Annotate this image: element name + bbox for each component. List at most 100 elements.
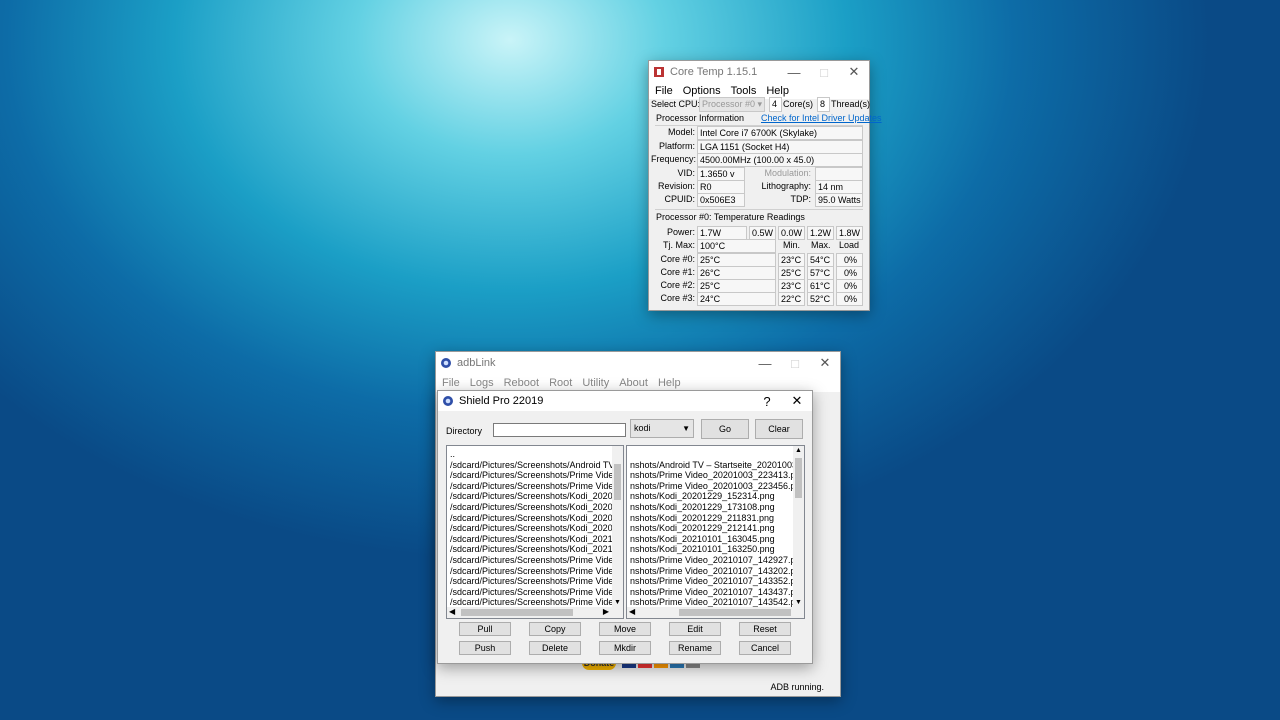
scroll-down-icon[interactable]: ▼ bbox=[795, 599, 802, 606]
list-item[interactable]: /sdcard/Pictures/Screenshots/Prime Video… bbox=[447, 566, 623, 577]
menu-tools[interactable]: Tools bbox=[731, 85, 757, 97]
menu-logs[interactable]: Logs bbox=[470, 377, 494, 389]
list-item[interactable]: nshots/Kodi_20201229_212141.png bbox=[627, 523, 804, 534]
list-item[interactable] bbox=[627, 449, 804, 460]
core0-load: 0% bbox=[836, 253, 863, 267]
tdp-value: 95.0 Watts bbox=[815, 193, 863, 207]
scroll-thumb[interactable] bbox=[679, 609, 791, 616]
device-file-list[interactable]: nshots/Android TV – Startseite_20201003_… bbox=[626, 445, 805, 619]
core3-temp: 24°C bbox=[697, 292, 776, 306]
coretemp-window: Core Temp 1.15.1 — □ ✕ File Options Tool… bbox=[648, 60, 882, 311]
scroll-thumb[interactable] bbox=[795, 458, 802, 498]
list-item[interactable]: nshots/Prime Video_20210107_143437.png bbox=[627, 587, 804, 598]
pull-button[interactable]: Pull bbox=[459, 622, 511, 636]
frequency-value: 4500.00MHz (100.00 x 45.0) bbox=[697, 153, 863, 167]
reset-button[interactable]: Reset bbox=[739, 622, 791, 636]
threads-label: Thread(s) bbox=[831, 99, 871, 109]
menu-file[interactable]: File bbox=[442, 377, 460, 389]
list-item[interactable]: /sdcard/Pictures/Screenshots/Kodi_202012… bbox=[447, 513, 623, 524]
local-file-list[interactable]: .. /sdcard/Pictures/Screenshots/Android … bbox=[446, 445, 624, 619]
menu-reboot[interactable]: Reboot bbox=[504, 377, 539, 389]
minimize-icon[interactable]: — bbox=[750, 352, 780, 374]
list-item[interactable]: nshots/Kodi_20201229_211831.png bbox=[627, 513, 804, 524]
list-item[interactable]: nshots/Kodi_20201229_173108.png bbox=[627, 502, 804, 513]
core2-load: 0% bbox=[836, 279, 863, 293]
cancel-button[interactable]: Cancel bbox=[739, 641, 791, 655]
move-button[interactable]: Move bbox=[599, 622, 651, 636]
list-item[interactable]: /sdcard/Pictures/Screenshots/Prime Video… bbox=[447, 587, 623, 598]
list-item[interactable]: /sdcard/Pictures/Screenshots/Kodi_202101… bbox=[447, 544, 623, 555]
scroll-up-icon[interactable]: ▲ bbox=[795, 447, 802, 454]
scroll-down-icon[interactable]: ▼ bbox=[614, 599, 621, 606]
scroll-thumb[interactable] bbox=[461, 609, 573, 616]
directory-input[interactable] bbox=[493, 423, 626, 437]
directory-label: Directory bbox=[446, 426, 483, 436]
list-item[interactable]: /sdcard/Pictures/Screenshots/Kodi_202012… bbox=[447, 523, 623, 534]
device-dropdown-value: kodi bbox=[634, 423, 651, 433]
list-item[interactable]: /sdcard/Pictures/Screenshots/Kodi_202012… bbox=[447, 491, 623, 502]
adblink-app-icon bbox=[441, 358, 451, 368]
coretemp-titlebar[interactable]: Core Temp 1.15.1 — □ ✕ bbox=[649, 61, 869, 83]
rename-button[interactable]: Rename bbox=[669, 641, 721, 655]
list-item[interactable]: /sdcard/Pictures/Screenshots/Prime Video… bbox=[447, 555, 623, 566]
delete-button[interactable]: Delete bbox=[529, 641, 581, 655]
adblink-titlebar[interactable]: adbLink — □ ✕ bbox=[436, 352, 840, 374]
list-item[interactable]: /sdcard/Pictures/Screenshots/Prime Video… bbox=[447, 481, 623, 492]
adblink-title: adbLink bbox=[457, 357, 496, 369]
scroll-thumb[interactable] bbox=[614, 464, 621, 500]
menu-utility[interactable]: Utility bbox=[582, 377, 609, 389]
vertical-scrollbar[interactable]: ▼ bbox=[612, 446, 623, 607]
power-label: Power: bbox=[666, 227, 695, 237]
core3-label: Core #3: bbox=[660, 293, 695, 303]
go-button[interactable]: Go bbox=[701, 419, 749, 439]
cores-count: 4 bbox=[769, 97, 782, 112]
horizontal-scrollbar[interactable]: ◀ bbox=[627, 607, 804, 618]
list-item[interactable]: nshots/Prime Video_20201003_223413.png bbox=[627, 470, 804, 481]
scroll-left-icon[interactable]: ◀ bbox=[449, 607, 455, 616]
menu-help[interactable]: Help bbox=[658, 377, 681, 389]
tdp-label: TDP: bbox=[790, 194, 811, 204]
shield-titlebar[interactable]: Shield Pro 22019 ? ✕ bbox=[438, 391, 812, 411]
close-icon[interactable]: ✕ bbox=[782, 391, 812, 411]
vertical-scrollbar[interactable]: ▲ ▼ bbox=[793, 446, 804, 607]
menu-file[interactable]: File bbox=[655, 85, 673, 97]
list-item[interactable]: .. bbox=[447, 449, 623, 460]
list-item[interactable]: /sdcard/Pictures/Screenshots/Prime Video… bbox=[447, 576, 623, 587]
list-item[interactable]: nshots/Kodi_20210101_163250.png bbox=[627, 544, 804, 555]
maximize-icon: □ bbox=[820, 64, 828, 80]
scroll-left-icon[interactable]: ◀ bbox=[629, 607, 635, 616]
menu-about[interactable]: About bbox=[619, 377, 648, 389]
menu-options[interactable]: Options bbox=[683, 85, 721, 97]
push-button[interactable]: Push bbox=[459, 641, 511, 655]
menu-help[interactable]: Help bbox=[766, 85, 789, 97]
core0-min: 23°C bbox=[778, 253, 805, 267]
device-dropdown[interactable]: kodi ▼ bbox=[630, 419, 694, 438]
list-item[interactable]: nshots/Prime Video_20201003_223456.png bbox=[627, 481, 804, 492]
scroll-right-icon[interactable]: ▶ bbox=[603, 607, 609, 616]
list-item[interactable]: nshots/Prime Video_20210107_142927.png bbox=[627, 555, 804, 566]
list-item[interactable]: /sdcard/Pictures/Screenshots/Prime Video… bbox=[447, 470, 623, 481]
list-item[interactable]: /sdcard/Pictures/Screenshots/Kodi_202101… bbox=[447, 534, 623, 545]
select-cpu-dropdown[interactable]: Processor #0 ▾ bbox=[699, 97, 765, 112]
list-item[interactable]: nshots/Android TV – Startseite_20201003_… bbox=[627, 460, 804, 471]
list-item[interactable]: nshots/Prime Video_20210107_143352.png bbox=[627, 576, 804, 587]
menu-root[interactable]: Root bbox=[549, 377, 572, 389]
minimize-icon[interactable]: — bbox=[779, 61, 809, 83]
horizontal-scrollbar[interactable]: ◀ ▶ bbox=[447, 607, 623, 618]
mkdir-button[interactable]: Mkdir bbox=[599, 641, 651, 655]
list-item[interactable]: nshots/Kodi_20210101_163045.png bbox=[627, 534, 804, 545]
list-item[interactable]: nshots/Prime Video_20210107_143202.png bbox=[627, 566, 804, 577]
coretemp-title: Core Temp 1.15.1 bbox=[670, 66, 758, 78]
list-item[interactable]: /sdcard/Pictures/Screenshots/Kodi_202012… bbox=[447, 502, 623, 513]
driver-update-link[interactable]: Check for Intel Driver Updates bbox=[761, 111, 882, 125]
edit-button[interactable]: Edit bbox=[669, 622, 721, 636]
list-item[interactable]: nshots/Kodi_20201229_152314.png bbox=[627, 491, 804, 502]
core2-min: 23°C bbox=[778, 279, 805, 293]
clear-button[interactable]: Clear bbox=[755, 419, 803, 439]
help-icon[interactable]: ? bbox=[752, 391, 782, 411]
list-item[interactable]: /sdcard/Pictures/Screenshots/Android TV … bbox=[447, 460, 623, 471]
core1-label: Core #1: bbox=[660, 267, 695, 277]
close-icon[interactable]: ✕ bbox=[839, 61, 869, 83]
copy-button[interactable]: Copy bbox=[529, 622, 581, 636]
close-icon[interactable]: ✕ bbox=[810, 352, 840, 374]
